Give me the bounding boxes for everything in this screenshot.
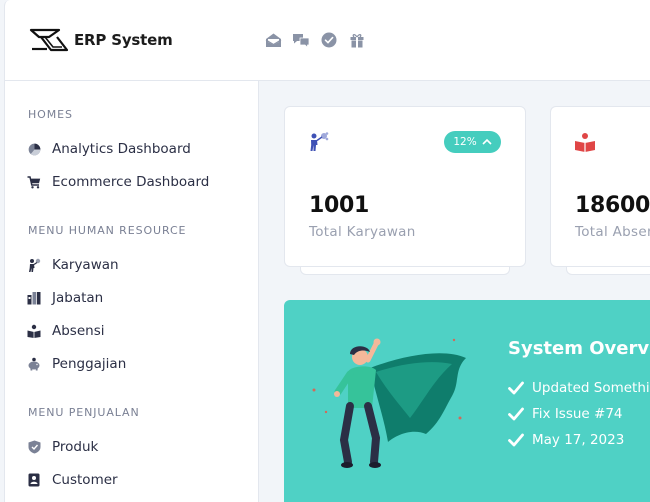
sidebar-item-label: Produk — [52, 439, 99, 455]
overview-item: Updated Something — [508, 380, 650, 396]
chevron-up-icon — [482, 136, 492, 148]
sidebar-item-analytics-dashboard[interactable]: Analytics Dashboard — [27, 138, 191, 160]
overview-title: System Overview — [508, 338, 650, 359]
stat-label: Total Karyawan — [309, 224, 416, 240]
sidebar-item-label: Ecommerce Dashboard — [52, 174, 210, 190]
product-shield-icon — [27, 440, 41, 454]
header-icon-bar — [264, 31, 366, 49]
stat-card-total-absensi: 18600 Total Absensi — [550, 106, 650, 267]
sidebar: HOMES Analytics Dashboard Ecommerce Dash… — [4, 81, 259, 502]
overview-item: Fix Issue #74 — [508, 406, 623, 422]
overview-item: May 17, 2023 — [508, 432, 624, 448]
menu-heading-human-resource: MENU HUMAN RESOURCE — [28, 224, 187, 237]
piggy-bank-icon — [27, 357, 41, 371]
checkmark-icon — [508, 407, 524, 421]
overview-item-text: Fix Issue #74 — [532, 406, 623, 422]
overview-item-text: May 17, 2023 — [532, 432, 625, 448]
sidebar-item-absensi[interactable]: Absensi — [27, 320, 104, 342]
red-book-icon — [574, 131, 596, 153]
check-circle-icon[interactable] — [320, 31, 338, 49]
pie-chart-icon — [27, 142, 41, 156]
stat-label: Total Absensi — [575, 224, 650, 240]
sidebar-item-label: Jabatan — [52, 290, 104, 306]
checkmark-icon — [508, 381, 524, 395]
growth-badge[interactable]: 12% — [444, 131, 501, 153]
sidebar-item-produk[interactable]: Produk — [27, 436, 98, 458]
menu-heading-penjualan: MENU PENJUALAN — [28, 406, 140, 419]
checkmark-icon — [508, 433, 524, 447]
app-header: ERP System — [4, 0, 650, 81]
sidebar-item-label: Penggajian — [52, 356, 127, 372]
sidebar-item-jabatan[interactable]: Jabatan — [27, 287, 103, 309]
position-icon — [27, 291, 41, 305]
sidebar-item-karyawan[interactable]: Karyawan — [27, 254, 119, 276]
sidebar-item-customer[interactable]: Customer — [27, 469, 118, 491]
chat-icon[interactable] — [292, 31, 310, 49]
logo-icon — [29, 28, 69, 52]
brand-name: ERP System — [74, 31, 173, 49]
overview-item-text: Updated Something — [532, 380, 650, 396]
cart-icon — [27, 175, 41, 189]
card-stack-edge — [300, 266, 510, 275]
sidebar-item-label: Karyawan — [52, 257, 119, 273]
superhero-illustration — [312, 338, 466, 468]
sidebar-item-label: Analytics Dashboard — [52, 141, 191, 157]
stat-value: 1001 — [309, 193, 370, 218]
attendance-book-icon — [27, 324, 41, 338]
menu-heading-homes: HOMES — [28, 108, 73, 121]
card-stack-edge — [566, 266, 650, 275]
stat-value: 18600 — [575, 193, 650, 218]
sidebar-item-ecommerce-dashboard[interactable]: Ecommerce Dashboard — [27, 171, 209, 193]
customer-badge-icon — [27, 473, 41, 487]
brand-logo[interactable]: ERP System — [29, 27, 173, 53]
stat-card-total-karyawan: 12% 1001 Total Karyawan — [284, 106, 526, 267]
employee-network-icon — [308, 131, 330, 153]
sidebar-item-penggajian[interactable]: Penggajian — [27, 353, 126, 375]
sidebar-item-label: Customer — [52, 472, 118, 488]
mail-open-icon[interactable] — [264, 31, 282, 49]
employee-icon — [27, 258, 41, 272]
growth-badge-value: 12% — [453, 136, 477, 148]
gift-icon[interactable] — [348, 31, 366, 49]
sidebar-item-label: Absensi — [52, 323, 105, 339]
system-overview-banner: System Overview Updated Something Fix Is… — [284, 300, 650, 502]
